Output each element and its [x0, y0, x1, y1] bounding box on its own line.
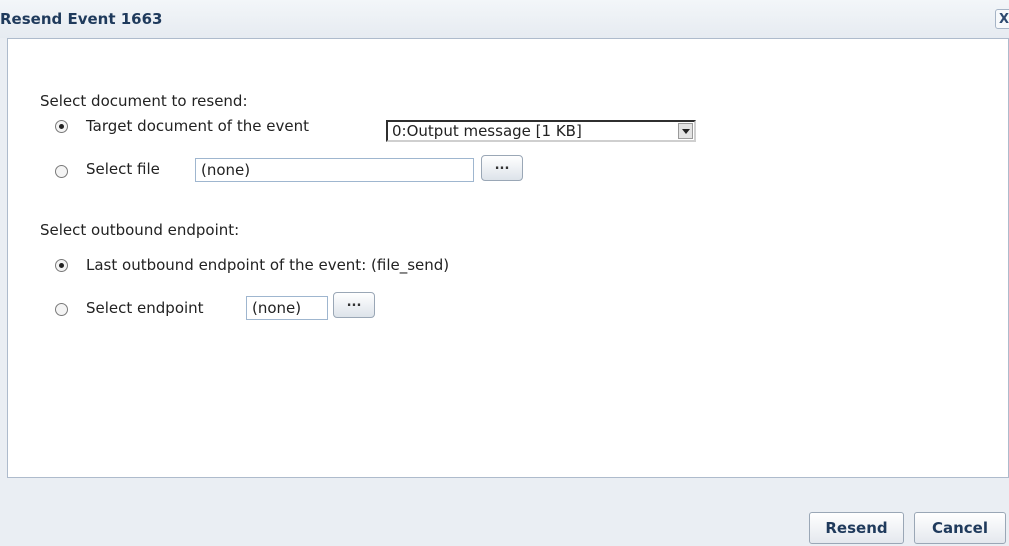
file-input[interactable]: (none)	[195, 158, 474, 182]
chevron-down-icon[interactable]	[678, 123, 693, 139]
select-file-radio[interactable]	[55, 165, 68, 178]
file-browse-button[interactable]: ...	[481, 155, 523, 181]
last-endpoint-radio[interactable]	[55, 259, 68, 272]
resend-button[interactable]: Resend	[809, 512, 904, 544]
resend-dialog: Resend Event 1663 X Select document to r…	[0, 0, 1009, 546]
dialog-content-panel: Select document to resend: Target docume…	[7, 38, 1009, 478]
endpoint-section-heading: Select outbound endpoint:	[40, 221, 240, 239]
endpoint-browse-button[interactable]: ...	[333, 292, 375, 318]
target-document-radio[interactable]	[55, 120, 68, 133]
target-document-select-value: 0:Output message [1 KB]	[392, 122, 582, 140]
target-document-label: Target document of the event	[86, 117, 309, 135]
close-button[interactable]: X	[995, 9, 1009, 29]
select-file-label: Select file	[86, 160, 160, 178]
dialog-titlebar: Resend Event 1663 X	[0, 0, 1009, 38]
endpoint-input[interactable]: (none)	[246, 296, 328, 320]
select-endpoint-label: Select endpoint	[86, 299, 204, 317]
target-document-select[interactable]: 0:Output message [1 KB]	[386, 120, 696, 142]
document-section-heading: Select document to resend:	[40, 92, 248, 110]
cancel-button[interactable]: Cancel	[914, 512, 1006, 544]
last-endpoint-label: Last outbound endpoint of the event: (fi…	[86, 256, 450, 274]
dialog-title: Resend Event 1663	[0, 10, 163, 28]
select-endpoint-radio[interactable]	[55, 303, 68, 316]
